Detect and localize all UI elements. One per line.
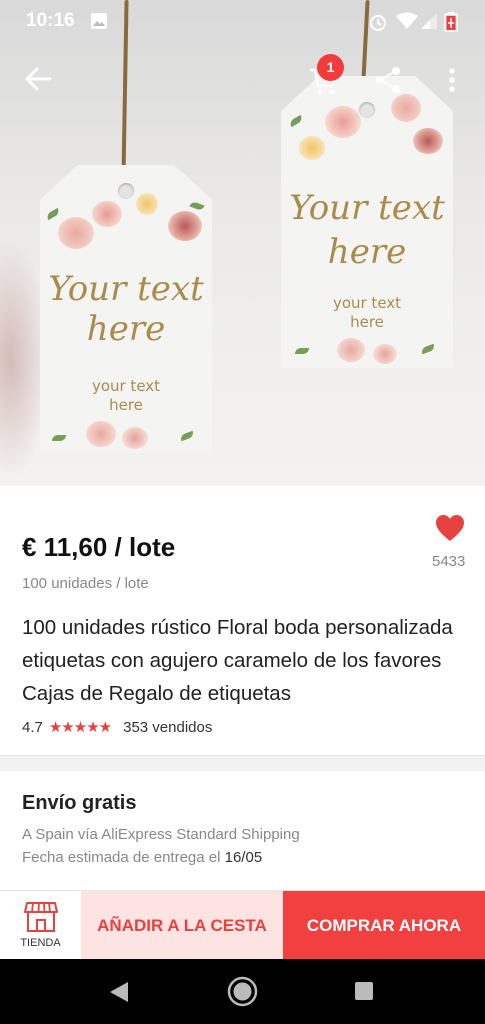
shipping-method: A Spain vía AliExpress Standard Shipping: [22, 826, 300, 843]
shipping-delivery-date: Fecha estimada de entrega el 16/05: [22, 849, 262, 866]
share-icon[interactable]: [374, 66, 402, 94]
shipping-title[interactable]: Envío gratis: [22, 792, 136, 815]
tag-main-text: Your text here: [48, 269, 204, 349]
tag-flower: [136, 193, 158, 215]
store-label: TIENDA: [20, 937, 61, 949]
battery-icon: [444, 12, 458, 32]
nav-back-icon[interactable]: [108, 980, 130, 1004]
tag-leaf: [45, 207, 61, 221]
sold-count: 353 vendidos: [123, 718, 213, 736]
tag-hole: [359, 102, 375, 118]
tag-leaf: [288, 114, 304, 128]
tag-hole: [118, 183, 134, 199]
back-arrow-icon[interactable]: [24, 66, 52, 92]
wifi-icon: [396, 12, 418, 29]
product-image[interactable]: Your text here your text here Your text …: [0, 0, 485, 486]
tag-sub-text: your text here: [91, 377, 161, 414]
nav-home-icon[interactable]: [227, 976, 258, 1007]
status-bar: 10:16: [0, 0, 485, 42]
nav-recents-icon[interactable]: [354, 981, 374, 1001]
gift-tag-left: Your text here your text here: [40, 165, 212, 453]
tag-leaf: [189, 200, 205, 212]
rating-stars: ★★★★★: [48, 719, 112, 736]
tag-flower: [168, 211, 202, 241]
tag-flower: [337, 338, 365, 362]
tag-flower: [325, 106, 361, 138]
tag-flower: [391, 94, 421, 122]
store-button[interactable]: TIENDA: [0, 891, 81, 960]
add-to-cart-button[interactable]: AÑADIR A LA CESTA: [81, 891, 283, 960]
wishlist-count: 5433: [432, 553, 466, 570]
gallery-icon: [91, 13, 107, 29]
alarm-icon: [370, 15, 386, 31]
status-time: 10:16: [26, 10, 75, 31]
tag-leaf: [420, 343, 436, 355]
tag-flower: [299, 136, 325, 160]
buy-now-button[interactable]: COMPRAR AHORA: [283, 891, 485, 960]
tag-leaf: [295, 348, 309, 354]
cart-badge: 1: [317, 54, 344, 81]
tag-flower: [92, 201, 122, 227]
tag-leaf: [52, 435, 66, 441]
tag-flower: [373, 344, 397, 364]
section-divider: [0, 755, 485, 771]
tag-sub-text: your text here: [332, 294, 402, 331]
tag-leaf: [179, 430, 195, 442]
tag-flower: [122, 427, 148, 449]
bottom-action-bar: TIENDA AÑADIR A LA CESTA COMPRAR AHORA: [0, 890, 485, 960]
product-title: 100 unidades rústico Floral boda persona…: [22, 616, 453, 705]
delivery-date: 16/05: [224, 849, 263, 866]
heart-icon[interactable]: [435, 514, 465, 542]
more-vertical-icon[interactable]: [446, 67, 458, 93]
tag-main-text: Your text here: [289, 188, 445, 272]
rating-value: 4.7: [22, 718, 43, 736]
delivery-date-label: Fecha estimada de entrega el: [22, 849, 225, 866]
tag-flower: [86, 421, 116, 447]
store-icon: [24, 902, 58, 932]
gift-tag-right: Your text here your text here: [281, 76, 453, 368]
product-unit: 100 unidades / lote: [22, 575, 149, 592]
signal-icon: [421, 13, 437, 29]
system-nav-bar: [0, 959, 485, 1024]
tag-flower: [58, 217, 94, 249]
tag-flower: [413, 128, 443, 154]
product-price: € 11,60 / lote: [22, 532, 176, 562]
rating-row[interactable]: 4.7 ★★★★★ 353 vendidos: [22, 718, 213, 737]
